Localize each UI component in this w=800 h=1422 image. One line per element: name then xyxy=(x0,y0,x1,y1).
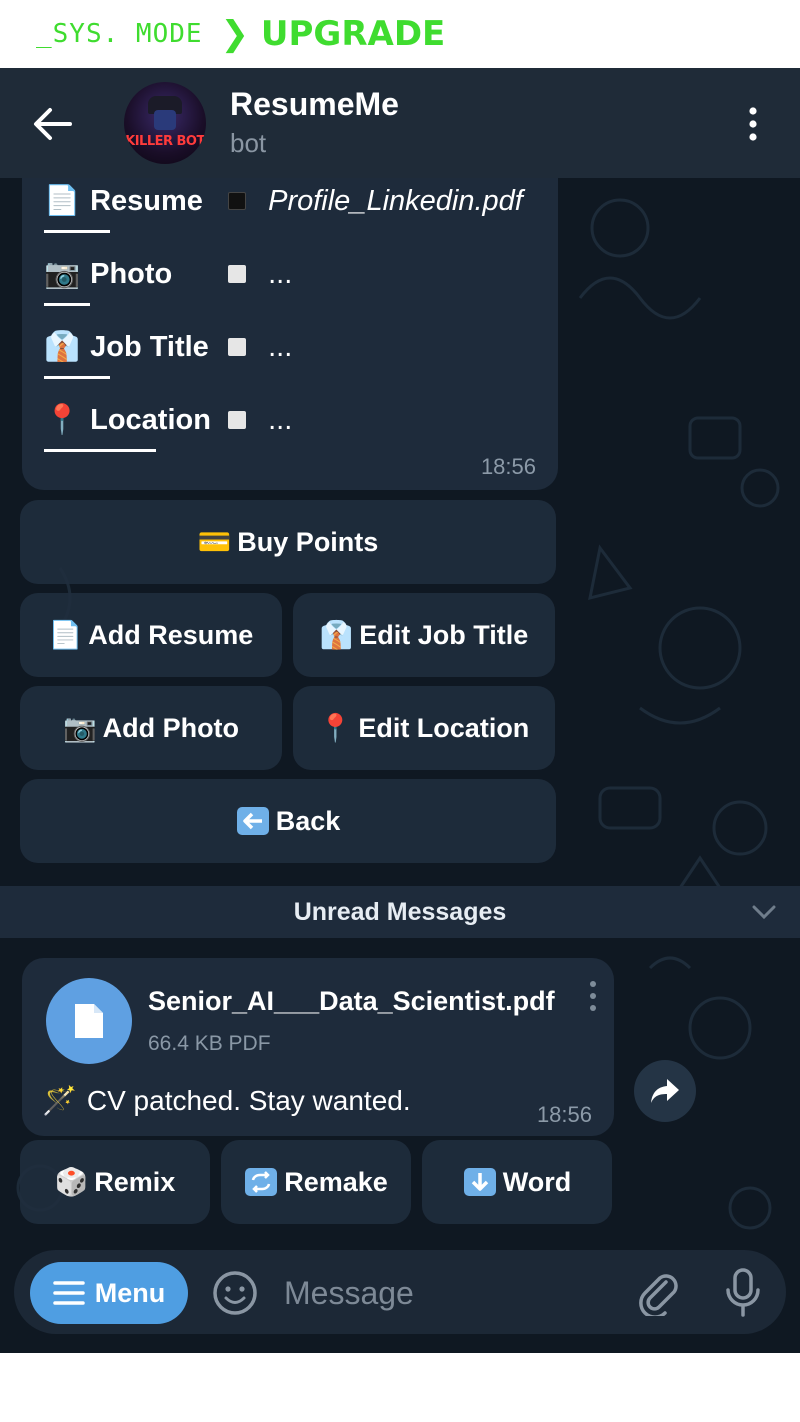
camera-icon: 📷 xyxy=(44,258,81,290)
back-arrow-icon[interactable] xyxy=(30,104,74,144)
status-square-icon xyxy=(228,411,247,429)
document-icon: 📄 xyxy=(48,620,83,650)
upgrade-link[interactable]: ❯ UPGRADE xyxy=(221,14,446,54)
add-resume-button[interactable]: 📄 Add Resume xyxy=(20,593,282,677)
status-square-icon xyxy=(228,192,247,210)
file-message: Senior_AI___Data_Scientist.pdf 66.4 KB P… xyxy=(22,958,614,1136)
chat-header: KILLER BOT ResumeMe bot xyxy=(0,68,800,178)
kebab-menu-icon[interactable] xyxy=(742,106,764,142)
photo-label: Photo xyxy=(90,257,173,290)
forward-icon xyxy=(651,1079,679,1103)
resume-label: Resume xyxy=(90,184,203,217)
resume-value: Profile_Linkedin.pdf xyxy=(268,184,523,217)
buy-points-button[interactable]: 💳 Buy Points xyxy=(20,500,556,584)
dice-icon: 🎲 xyxy=(54,1167,89,1197)
file-name[interactable]: Senior_AI___Data_Scientist.pdf xyxy=(148,986,555,1017)
necktie-icon: 👔 xyxy=(44,331,81,363)
add-photo-label: Add Photo xyxy=(102,712,240,743)
message-composer: Menu xyxy=(14,1250,786,1334)
unread-messages-divider: Unread Messages xyxy=(0,886,800,938)
repeat-icon xyxy=(244,1167,278,1197)
photo-row: 📷 Photo ... xyxy=(44,257,292,291)
divider xyxy=(44,449,156,452)
magic-wand-icon: 🪄 xyxy=(42,1085,77,1116)
add-photo-button[interactable]: 📷 Add Photo xyxy=(20,686,282,770)
emoji-icon[interactable] xyxy=(212,1270,258,1316)
remix-button[interactable]: 🎲 Remix xyxy=(20,1140,210,1224)
edit-location-button[interactable]: 📍 Edit Location xyxy=(293,686,555,770)
system-mode-banner: _SYS. MODE ❯ UPGRADE xyxy=(0,0,800,68)
remake-button[interactable]: Remake xyxy=(221,1140,411,1224)
edit-location-label: Edit Location xyxy=(358,712,530,743)
message-input[interactable] xyxy=(284,1272,614,1314)
unread-label: Unread Messages xyxy=(293,897,507,926)
profile-status-message: 📄 Resume Profile_Linkedin.pdf 📷 Photo ..… xyxy=(22,158,558,490)
chevron-right-icon: ❯ xyxy=(220,14,250,54)
upgrade-label: UPGRADE xyxy=(260,14,446,54)
chevron-down-icon[interactable] xyxy=(750,900,778,924)
sys-mode-label: _SYS. MODE xyxy=(36,19,203,49)
pin-icon: 📍 xyxy=(44,404,81,436)
chat-subtitle: bot xyxy=(230,128,267,158)
location-value: ... xyxy=(268,403,293,436)
chat-title[interactable]: ResumeMe xyxy=(230,86,399,123)
job-title-label: Job Title xyxy=(90,330,209,363)
microphone-icon[interactable] xyxy=(724,1268,762,1318)
remix-label: Remix xyxy=(94,1166,176,1197)
forward-button[interactable] xyxy=(634,1060,696,1122)
job-title-row: 👔 Job Title ... xyxy=(44,330,292,364)
message-timestamp: 18:56 xyxy=(480,454,536,479)
menu-button[interactable]: Menu xyxy=(30,1262,188,1324)
pin-icon: 📍 xyxy=(318,713,353,743)
job-title-value: ... xyxy=(268,330,293,363)
hamburger-icon xyxy=(53,1281,85,1305)
divider xyxy=(44,376,110,379)
buy-points-label: Buy Points xyxy=(237,526,379,557)
credit-card-icon: 💳 xyxy=(197,527,232,557)
edit-job-title-button[interactable]: 👔 Edit Job Title xyxy=(293,593,555,677)
bot-avatar[interactable]: KILLER BOT xyxy=(124,82,206,164)
back-label: Back xyxy=(275,805,341,836)
message-timestamp: 18:56 xyxy=(536,1102,592,1127)
status-square-icon xyxy=(228,265,247,283)
resume-row: 📄 Resume Profile_Linkedin.pdf xyxy=(44,184,523,218)
down-arrow-icon xyxy=(463,1167,497,1197)
paperclip-icon[interactable] xyxy=(636,1268,680,1316)
left-arrow-icon xyxy=(236,806,270,836)
avatar-logo-text: KILLER BOT xyxy=(125,134,205,149)
menu-label: Menu xyxy=(94,1277,166,1308)
file-caption: 🪄 CV patched. Stay wanted. xyxy=(42,1084,411,1117)
edit-job-title-label: Edit Job Title xyxy=(359,619,529,650)
document-icon: 📄 xyxy=(44,185,81,217)
avatar-face-shape xyxy=(154,110,176,130)
back-button[interactable]: Back xyxy=(20,779,556,863)
add-resume-label: Add Resume xyxy=(88,619,254,650)
status-square-icon xyxy=(228,338,247,356)
camera-icon: 📷 xyxy=(62,713,97,743)
location-row: 📍 Location ... xyxy=(44,403,292,437)
divider xyxy=(44,230,110,233)
file-icon xyxy=(75,1004,103,1038)
chat-app: KILLER BOT ResumeMe bot 📄 Resume Profile… xyxy=(0,68,800,1353)
location-label: Location xyxy=(90,403,211,436)
caption-text: CV patched. Stay wanted. xyxy=(86,1084,411,1116)
remake-label: Remake xyxy=(284,1166,388,1197)
file-options-icon[interactable] xyxy=(586,980,600,1012)
file-meta: 66.4 KB PDF xyxy=(148,1032,271,1055)
word-button[interactable]: Word xyxy=(422,1140,612,1224)
photo-value: ... xyxy=(268,257,293,290)
divider xyxy=(44,303,90,306)
necktie-icon: 👔 xyxy=(319,620,354,650)
word-label: Word xyxy=(502,1166,572,1197)
file-download-button[interactable] xyxy=(46,978,132,1064)
